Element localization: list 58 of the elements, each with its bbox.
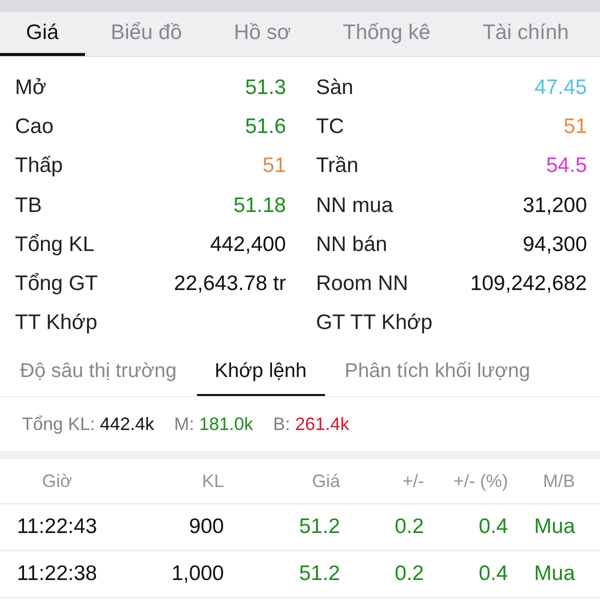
price-change: 0.2 — [394, 515, 424, 539]
trade-price: 51.2 — [298, 515, 340, 539]
column-header: M/B — [542, 470, 575, 492]
stat-value: 54.5 — [546, 154, 587, 178]
trade-side: Mua — [533, 562, 575, 586]
trade-price: 51.2 — [298, 562, 340, 586]
column-header: +/- (%) — [452, 470, 508, 492]
column-header: Giá — [310, 470, 340, 492]
trade-volume: 900 — [188, 515, 224, 539]
stat-label: NN mua — [316, 194, 394, 218]
stat-value: 442,400 — [210, 232, 286, 257]
tab[interactable]: Độ sâu thị trường — [2, 348, 195, 396]
stat-value: 47.45 — [534, 76, 587, 100]
stat-label: Trần — [316, 154, 358, 178]
summary-label: Tổng KL: — [22, 414, 96, 434]
trade-side: Mua — [533, 515, 575, 539]
trade-volume: 1,000 — [170, 562, 224, 586]
tab[interactable]: Tài chính — [456, 12, 595, 56]
tab[interactable]: Phân tích khối lượng — [326, 348, 548, 396]
summary-value: 442.4k — [100, 414, 154, 434]
stat-value: 51.18 — [233, 194, 286, 218]
tab[interactable]: Khớp lệnh — [196, 348, 325, 396]
stat-label: Tổng KL — [15, 232, 94, 257]
stat-label: Mở — [15, 76, 46, 100]
change-percent: 0.4 — [478, 562, 508, 586]
price-change: 0.2 — [394, 562, 424, 586]
stat-label: TT Khớp — [15, 311, 98, 336]
trade-time: 11:22:43 — [16, 515, 98, 539]
stat-value: 51 — [262, 154, 286, 178]
column-header: Giờ — [41, 470, 73, 492]
stat-label: Room NN — [316, 272, 408, 296]
tab[interactable]: Hồ sơ — [208, 12, 317, 56]
stat-label: GT TT Khớp — [316, 311, 432, 336]
stat-value: 94,300 — [522, 232, 587, 257]
stat-label: TB — [15, 194, 42, 218]
trade-time: 11:22:38 — [16, 562, 98, 586]
summary-label: B: — [273, 414, 290, 434]
tab[interactable]: Biểu đồ — [84, 12, 208, 56]
change-percent: 0.4 — [478, 515, 508, 539]
column-header: KL — [200, 470, 224, 492]
tab[interactable]: Giá — [0, 12, 85, 56]
stat-value: 51 — [564, 115, 587, 140]
summary-value: 261.4k — [295, 414, 350, 434]
stat-value: 51.3 — [245, 76, 286, 100]
stat-label: Thấp — [15, 154, 63, 178]
stat-label: Sàn — [316, 76, 354, 100]
stat-label: NN bán — [316, 232, 388, 257]
stat-value: 31,200 — [522, 194, 587, 218]
tab[interactable]: Thống kê — [316, 12, 456, 56]
stat-value: 51.6 — [245, 115, 286, 140]
summary-value: 181.0k — [199, 414, 254, 434]
stat-value: 22,643.78 tr — [174, 272, 286, 296]
stat-value: 109,242,682 — [470, 272, 587, 296]
stat-label: Tổng GT — [15, 272, 98, 296]
stat-label: Cao — [15, 115, 54, 140]
summary-label: M: — [174, 414, 194, 434]
stat-label: TC — [316, 115, 344, 140]
column-header: +/- — [401, 470, 424, 492]
